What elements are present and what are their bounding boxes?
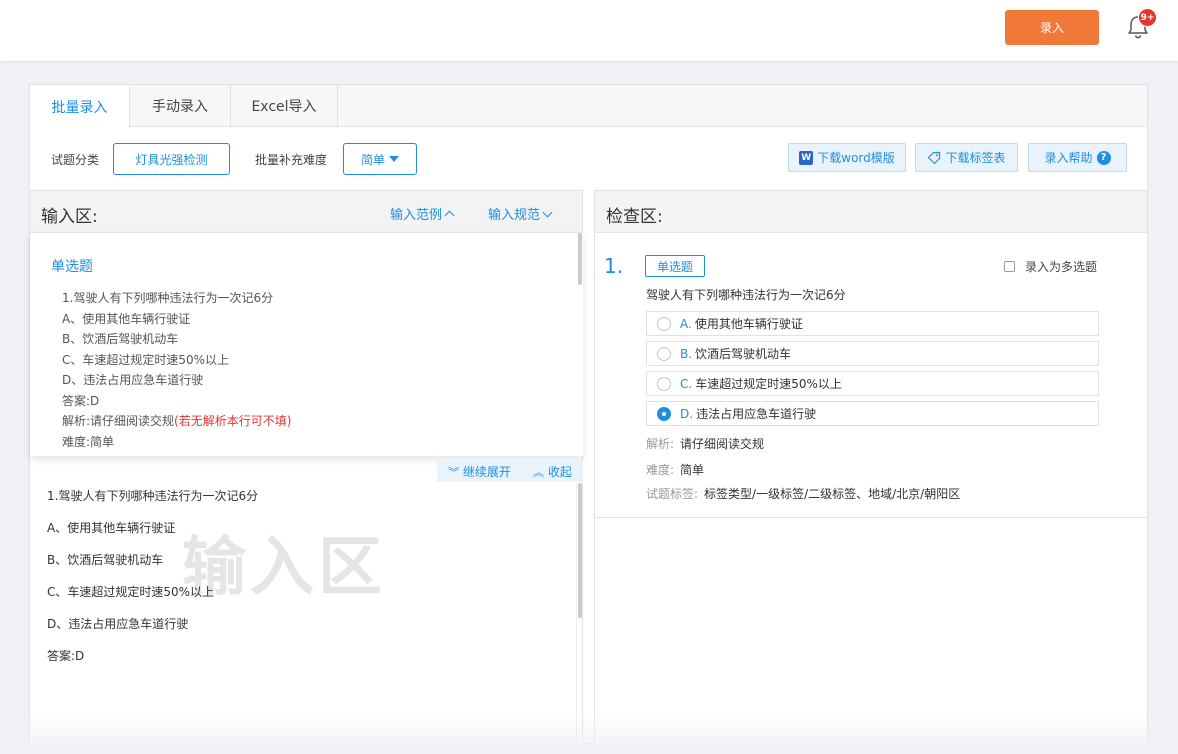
difficulty-select[interactable]: 简单: [343, 143, 417, 175]
notification-badge: 9+: [1138, 8, 1157, 27]
category-label: 试题分类: [51, 153, 100, 167]
collapse-label: 收起: [547, 464, 572, 479]
check-panel-title: 检查区:: [606, 207, 663, 227]
expand-label: 继续展开: [462, 464, 511, 479]
tags-row: 试题标签: 标签类型/一级标签/二级标签、地域/北京/朝阳区: [646, 485, 960, 502]
help-label: 录入帮助: [1044, 151, 1093, 165]
difficulty-row-value: 简单: [680, 463, 705, 477]
check-panel-header: 检查区:: [595, 191, 1147, 233]
typed-line: D、违法占用应急车道行驶: [47, 617, 189, 631]
multi-select-toggle[interactable]: 录入为多选题: [1004, 258, 1097, 275]
question-stem: 驾驶人有下列哪种违法行为一次记6分: [646, 288, 846, 302]
word-icon: W: [799, 150, 814, 165]
difficulty-label: 批量补充难度: [255, 153, 328, 167]
tags-value: 标签类型/一级标签/二级标签、地域/北京/朝阳区: [704, 487, 961, 501]
option-d[interactable]: D. 违法占用应急车道行驶: [646, 401, 1099, 426]
example-toggle[interactable]: 输入范例: [390, 204, 455, 223]
radio-icon[interactable]: [657, 376, 671, 391]
tab-bar: 批量录入 手动录入 Excel导入: [30, 85, 1147, 128]
caret-down-icon: [389, 156, 399, 162]
expand-button[interactable]: ︾ 继续展开: [448, 463, 511, 480]
input-panel-title: 输入区:: [41, 207, 98, 227]
tab-manual-entry[interactable]: 手动录入: [130, 85, 231, 127]
option-a[interactable]: A. 使用其他车辆行驶证: [646, 311, 1099, 336]
option-text: 车速超过规定时速50%以上: [695, 377, 842, 391]
example-analysis-note: (若无解析本行可不填): [174, 414, 292, 428]
example-line: 1.驾驶人有下列哪种违法行为一次记6分: [62, 291, 274, 305]
difficulty-value: 简单: [360, 152, 385, 167]
tag-icon: [928, 151, 941, 164]
spec-toggle-label: 输入规范: [488, 208, 541, 223]
option-letter: A.: [680, 316, 692, 331]
download-word-button[interactable]: W 下载word模版: [788, 143, 906, 172]
example-heading: 单选题: [51, 259, 93, 275]
question-type-badge: 单选题: [645, 255, 705, 277]
top-bar: 录入 9+: [0, 0, 1178, 62]
tab-excel-import[interactable]: Excel导入: [231, 85, 338, 127]
typed-line: 答案:D: [47, 649, 85, 663]
typed-line: B、饮酒后驾驶机动车: [47, 553, 164, 567]
radio-icon[interactable]: [657, 316, 671, 331]
option-c[interactable]: C. 车速超过规定时速50%以上: [646, 371, 1099, 396]
bottom-fade: [0, 713, 1178, 754]
option-b[interactable]: B. 饮酒后驾驶机动车: [646, 341, 1099, 366]
toolbar: 试题分类 灯具光强检测 批量补充难度 简单 W 下载word模版 下载标签表 录…: [30, 128, 1147, 190]
option-text: 违法占用应急车道行驶: [696, 407, 817, 421]
input-example-popup: 单选题 1.驾驶人有下列哪种违法行为一次记6分 A、使用其他车辆行驶证 B、饮酒…: [30, 233, 583, 456]
double-chevron-up-icon: ︽: [533, 465, 545, 479]
multi-select-label: 录入为多选题: [1025, 260, 1098, 274]
input-panel: 输入区: 输入范例 输入规范 单选题 1.驾驶人有下列哪种违法行为一次记6分 A…: [30, 190, 583, 754]
category-button[interactable]: 灯具光强检测: [113, 143, 230, 175]
checkbox-icon[interactable]: [1004, 261, 1015, 272]
option-letter: D.: [680, 406, 694, 421]
chevron-up-icon: [444, 210, 455, 221]
typed-line: C、车速超过规定时速50%以上: [47, 585, 215, 599]
analysis-label: 解析:: [646, 437, 675, 451]
option-text: 饮酒后驾驶机动车: [695, 347, 792, 361]
difficulty-row-label: 难度:: [646, 463, 675, 477]
option-text: 使用其他车辆行驶证: [694, 317, 803, 331]
notification-button[interactable]: 9+: [1124, 8, 1164, 48]
example-line: A、使用其他车辆行驶证: [62, 311, 191, 326]
example-lines: 1.驾驶人有下列哪种违法行为一次记6分 A、使用其他车辆行驶证 B、饮酒后驾驶机…: [62, 288, 291, 452]
example-line: D、违法占用应急车道行驶: [62, 373, 204, 387]
download-word-label: 下载word模版: [817, 151, 895, 165]
download-tags-label: 下载标签表: [945, 151, 1006, 165]
example-toggle-label: 输入范例: [390, 208, 443, 223]
input-panel-header: 输入区: 输入范例 输入规范: [30, 191, 582, 233]
double-chevron-down-icon: ︾: [448, 465, 460, 479]
tags-label: 试题标签:: [646, 487, 699, 501]
typed-line: 1.驾驶人有下列哪种违法行为一次记6分: [47, 489, 259, 503]
example-line: 答案:D: [62, 393, 100, 408]
collapse-button[interactable]: ︽ 收起: [533, 463, 572, 480]
example-line: B、饮酒后驾驶机动车: [62, 332, 179, 346]
entry-card: 批量录入 手动录入 Excel导入 试题分类 灯具光强检测 批量补充难度 简单 …: [29, 84, 1148, 754]
question-card: 1. 单选题 录入为多选题 驾驶人有下列哪种违法行为一次记6分 A. 使用其他车…: [595, 233, 1148, 518]
example-difficulty: 难度:简单: [62, 434, 115, 449]
chevron-down-icon: [542, 207, 553, 217]
example-analysis-line: 解析:请仔细阅读交规(若无解析本行可不填): [62, 411, 291, 432]
example-analysis: 解析:请仔细阅读交规: [62, 414, 175, 428]
example-line: C、车速超过规定时速50%以上: [62, 352, 230, 367]
expand-collapse-bar: ︾ 继续展开 ︽ 收起: [437, 460, 583, 482]
help-button[interactable]: 录入帮助 ?: [1028, 143, 1127, 172]
check-panel: 检查区: 1. 单选题 录入为多选题 驾驶人有下列哪种违法行为一次记6分 A. …: [594, 190, 1148, 744]
input-scrollbar[interactable]: [578, 483, 582, 618]
analysis-value: 请仔细阅读交规: [680, 437, 765, 451]
spec-toggle[interactable]: 输入规范: [488, 204, 553, 223]
enter-button[interactable]: 录入: [1005, 10, 1099, 45]
analysis-row: 解析: 请仔细阅读交规: [646, 435, 764, 452]
example-scrollbar[interactable]: [578, 233, 582, 285]
question-number: 1.: [604, 254, 624, 278]
difficulty-row: 难度: 简单: [646, 461, 704, 478]
option-letter: B.: [680, 346, 693, 361]
radio-selected-icon[interactable]: [657, 406, 671, 421]
tab-batch-entry[interactable]: 批量录入: [30, 85, 130, 128]
typed-line: A、使用其他车辆行驶证: [47, 521, 176, 535]
help-icon: ?: [1096, 150, 1111, 165]
option-letter: C.: [680, 376, 693, 391]
radio-icon[interactable]: [657, 346, 671, 361]
download-tags-button[interactable]: 下载标签表: [915, 143, 1018, 172]
